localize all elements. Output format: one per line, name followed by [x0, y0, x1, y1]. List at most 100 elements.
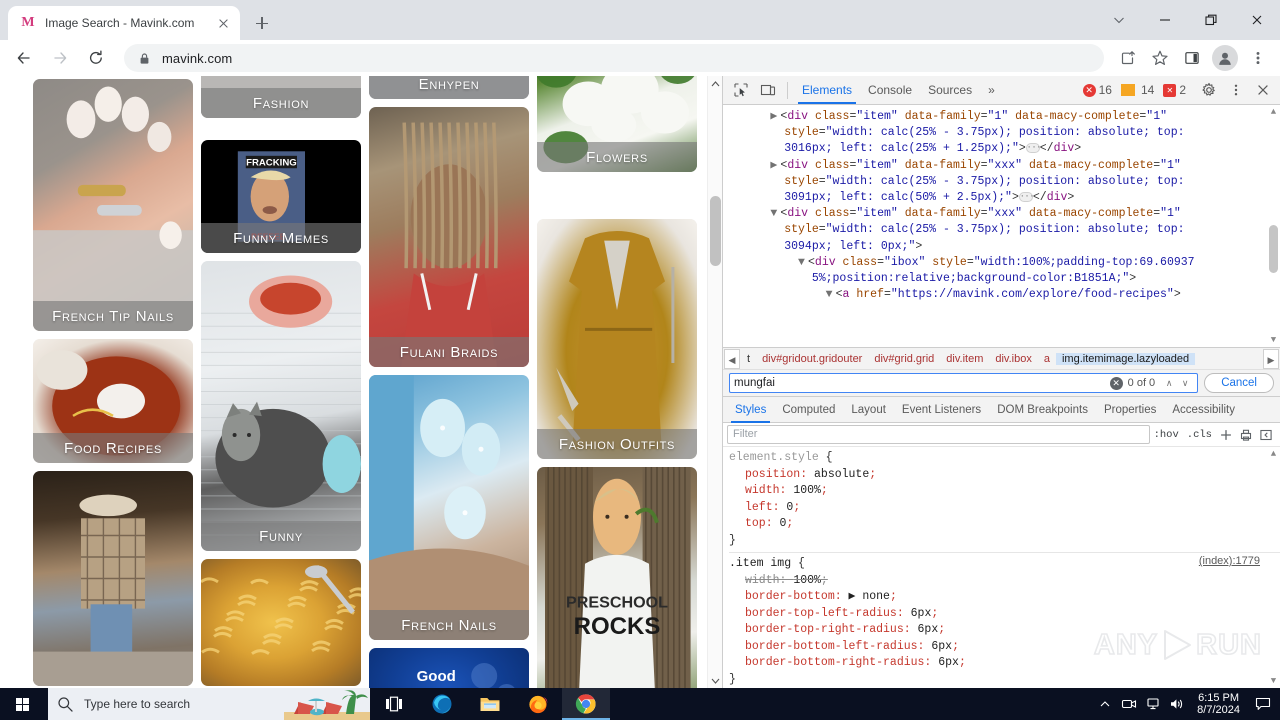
- taskbar-app-chrome[interactable]: [562, 688, 610, 720]
- panel-toggle-icon[interactable]: [1256, 426, 1276, 444]
- devtools-more-tabs-icon[interactable]: »: [980, 76, 1003, 104]
- taskbar-clock[interactable]: 6:15 PM 8/7/2024: [1189, 692, 1248, 716]
- taskbar-app-file-explorer[interactable]: [466, 688, 514, 720]
- print-icon[interactable]: [1236, 426, 1256, 444]
- address-bar[interactable]: mavink.com: [124, 44, 1104, 72]
- image-card[interactable]: Good morning have a beautiful day...: [369, 648, 529, 688]
- css-declaration[interactable]: border-bottom-left-radius: 6px;: [729, 639, 1280, 656]
- css-declaration[interactable]: position: absolute;: [729, 467, 1280, 484]
- styles-pane[interactable]: element.style {position: absolute; width:…: [723, 447, 1280, 688]
- css-rule[interactable]: element.style {position: absolute; width:…: [729, 450, 1280, 549]
- styles-scrollbar[interactable]: ▲ ▼: [1267, 447, 1280, 688]
- bookmark-star-icon[interactable]: [1145, 43, 1175, 73]
- reload-button[interactable]: [80, 42, 112, 74]
- image-card[interactable]: Funny: [201, 261, 361, 551]
- image-card[interactable]: Fulani Braids: [369, 107, 529, 367]
- more-vertical-icon[interactable]: [1222, 78, 1249, 103]
- clear-icon[interactable]: ✕: [1109, 376, 1123, 390]
- find-input-wrapper[interactable]: ✕ 0 of 0 ∧ ∨: [729, 373, 1199, 393]
- image-card[interactable]: FRACKING REEEEEFunny Memes: [201, 140, 361, 253]
- side-panel-icon[interactable]: [1177, 43, 1207, 73]
- issue-counter[interactable]: 2: [1163, 83, 1186, 98]
- dom-code-line[interactable]: ▶ <div class="item" data-family="xxx" dat…: [723, 158, 1280, 174]
- browser-tab[interactable]: M Image Search - Mavink.com: [8, 6, 240, 40]
- breadcrumb-scroll-right-icon[interactable]: ▶: [1263, 348, 1279, 369]
- page-scrollbar[interactable]: [707, 76, 722, 688]
- taskbar-search[interactable]: Type here to search: [48, 688, 370, 720]
- scroll-down-arrow[interactable]: [708, 673, 722, 688]
- devtools-tab-console[interactable]: Console: [860, 76, 920, 104]
- tab-layout[interactable]: Layout: [843, 397, 894, 423]
- image-card[interactable]: Fashion: [201, 76, 361, 118]
- css-declaration[interactable]: left: 0;: [729, 500, 1280, 517]
- styles-scroll-down-icon[interactable]: ▼: [1269, 676, 1278, 686]
- profile-avatar[interactable]: [1212, 45, 1238, 71]
- tab-computed[interactable]: Computed: [774, 397, 843, 423]
- css-rule[interactable]: .item img {(index):1779 width: 100%; borde…: [729, 552, 1280, 688]
- css-declaration[interactable]: border-top-right-radius: 6px;: [729, 622, 1280, 639]
- dom-code-line[interactable]: ▼ <div class="ibox" style="width:100%;pad…: [723, 255, 1280, 271]
- cls-toggle[interactable]: .cls: [1183, 429, 1216, 441]
- notification-icon[interactable]: [1248, 688, 1278, 720]
- image-card[interactable]: PRESCHOOL ROCKS First Day Of School: [537, 467, 697, 688]
- inspect-element-icon[interactable]: [727, 78, 754, 103]
- warning-counter[interactable]: 14: [1120, 83, 1154, 97]
- tab-close-icon[interactable]: [215, 15, 232, 32]
- css-declaration[interactable]: width: 100%;: [729, 573, 1280, 590]
- breadcrumb-scroll-left-icon[interactable]: ◀: [724, 348, 740, 369]
- image-card[interactable]: Fashion Outfits: [537, 219, 697, 459]
- devtools-tab-sources[interactable]: Sources: [920, 76, 980, 104]
- image-card[interactable]: Flowers: [537, 76, 697, 172]
- find-input[interactable]: [734, 374, 1105, 392]
- minimize-icon[interactable]: [1142, 4, 1188, 36]
- network-icon[interactable]: [1141, 688, 1165, 720]
- task-view-icon[interactable]: [370, 688, 418, 720]
- more-vertical-icon[interactable]: [1243, 43, 1273, 73]
- tab-properties[interactable]: Properties: [1096, 397, 1164, 423]
- image-card[interactable]: Food Recipes: [33, 339, 193, 463]
- tree-scroll-up-icon[interactable]: ▲: [1269, 107, 1278, 117]
- show-hidden-icons-chevron[interactable]: [1093, 688, 1117, 720]
- plus-icon[interactable]: [1216, 426, 1236, 444]
- breadcrumb-item[interactable]: t: [741, 353, 756, 365]
- find-next-icon[interactable]: ∨: [1177, 378, 1193, 389]
- css-selector[interactable]: element.style {: [729, 450, 1280, 467]
- css-declaration[interactable]: width: 100%;: [729, 483, 1280, 500]
- share-icon[interactable]: [1113, 43, 1143, 73]
- breadcrumb-item[interactable]: div#grid.grid: [868, 353, 940, 365]
- elements-tree[interactable]: ▶ <div class="item" data-family="1" data-…: [723, 105, 1280, 347]
- image-card[interactable]: French Tip Nails: [33, 79, 193, 331]
- camera-icon[interactable]: [1117, 688, 1141, 720]
- scroll-up-arrow[interactable]: [708, 76, 722, 91]
- find-cancel-button[interactable]: Cancel: [1204, 373, 1274, 393]
- dom-code-line[interactable]: style="width: calc(25% - 3.75px); positi…: [723, 222, 1280, 238]
- restore-icon[interactable]: [1188, 4, 1234, 36]
- image-card[interactable]: [201, 559, 361, 686]
- elements-tree-scrollbar[interactable]: ▲ ▼: [1267, 105, 1280, 347]
- hov-toggle[interactable]: :hov: [1150, 429, 1183, 441]
- breadcrumb-item[interactable]: img.itemimage.lazyloaded: [1055, 352, 1196, 365]
- dom-code-line[interactable]: 3094px; left: 0px;">: [723, 239, 1280, 255]
- css-declaration[interactable]: border-bottom: ▶ none;: [729, 589, 1280, 606]
- tab-styles[interactable]: Styles: [727, 397, 774, 423]
- tree-scroll-down-icon[interactable]: ▼: [1269, 335, 1278, 345]
- styles-scroll-up-icon[interactable]: ▲: [1269, 449, 1278, 459]
- breadcrumb-item[interactable]: div.ibox: [989, 353, 1037, 365]
- image-card[interactable]: [33, 471, 193, 686]
- dom-code-line[interactable]: ▶ <div class="item" data-family="1" data-…: [723, 109, 1280, 125]
- page-scroll-thumb[interactable]: [710, 196, 721, 266]
- gear-icon[interactable]: [1195, 78, 1222, 103]
- image-card[interactable]: Enhypen: [369, 76, 529, 99]
- tree-scroll-thumb[interactable]: [1269, 225, 1278, 273]
- tab-event-listeners[interactable]: Event Listeners: [894, 397, 989, 423]
- error-counter[interactable]: 16: [1082, 83, 1112, 98]
- taskbar-app-edge[interactable]: [418, 688, 466, 720]
- css-declaration[interactable]: border-bottom-right-radius: 6px;: [729, 655, 1280, 672]
- find-prev-icon[interactable]: ∧: [1161, 378, 1177, 389]
- css-source-link[interactable]: (index):1779: [1199, 553, 1260, 570]
- image-card[interactable]: French Nails: [369, 375, 529, 640]
- back-button[interactable]: [8, 42, 40, 74]
- dom-code-line[interactable]: 5%;position:relative;background-color:B1…: [723, 271, 1280, 287]
- close-icon[interactable]: [1249, 78, 1276, 103]
- css-declaration[interactable]: top: 0;: [729, 516, 1280, 533]
